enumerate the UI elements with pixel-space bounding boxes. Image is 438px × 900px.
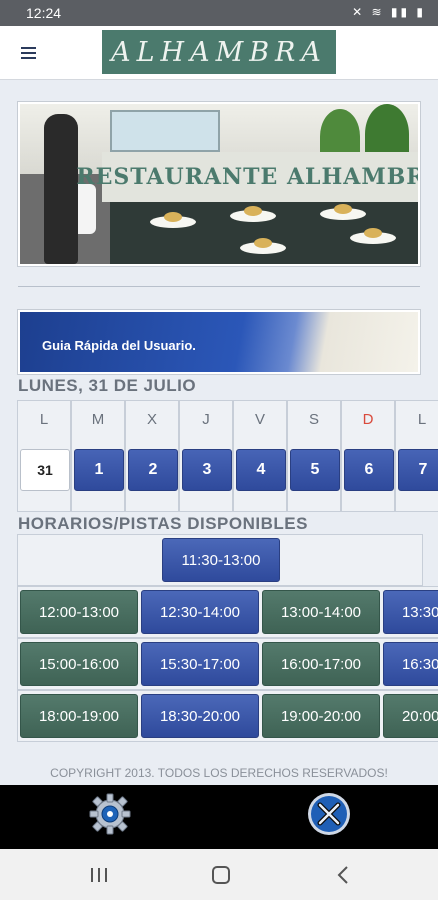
restaurant-photo: RESTAURANTE ALHAMBRA xyxy=(18,102,420,266)
recent-apps-icon xyxy=(91,868,107,882)
time-slot-button[interactable]: 13:30-15:00 xyxy=(383,590,438,634)
status-bar: 12:24 ✕ ≋ ▮▮ ▮ xyxy=(0,0,438,26)
slot-row: 18:00-19:00 18:30-20:00 19:00-20:00 20:0… xyxy=(17,690,438,742)
day-letter: X xyxy=(146,411,157,428)
menu-button[interactable] xyxy=(8,36,48,70)
day-column: L 31 xyxy=(17,400,71,512)
home-button[interactable] xyxy=(206,863,236,887)
close-button[interactable] xyxy=(306,791,352,837)
hamburger-icon xyxy=(20,47,36,49)
day-button[interactable]: 1 xyxy=(74,449,124,491)
slot-row: 15:00-16:00 15:30-17:00 16:00-17:00 16:3… xyxy=(17,638,438,690)
time-slot-button[interactable]: 18:00-19:00 xyxy=(20,694,138,738)
day-column: V 4 xyxy=(233,400,287,512)
day-button[interactable]: 3 xyxy=(182,449,232,491)
status-time: 12:24 xyxy=(26,5,62,21)
day-column: S 5 xyxy=(287,400,341,512)
selected-date-heading: LUNES, 31 DE JULIO xyxy=(18,376,197,395)
time-slot-button[interactable]: 13:00-14:00 xyxy=(262,590,380,634)
day-column: M 1 xyxy=(71,400,125,512)
user-guide-banner[interactable]: Guia Rápida del Usuario. xyxy=(18,310,420,374)
gear-icon xyxy=(89,793,131,835)
schedule-heading: HORARIOS/PISTAS DISPONIBLES xyxy=(18,514,308,533)
time-slot-button[interactable]: 16:00-17:00 xyxy=(262,642,380,686)
day-letter: L xyxy=(39,411,49,428)
time-slot-button[interactable]: 11:30-13:00 xyxy=(162,538,280,582)
time-slot-button[interactable]: 12:30-14:00 xyxy=(141,590,259,634)
time-slot-button[interactable]: 15:00-16:00 xyxy=(20,642,138,686)
main-content: RESTAURANTE ALHAMBRA Guia Rápida del Usu… xyxy=(0,80,438,785)
back-button[interactable] xyxy=(328,863,358,887)
recent-apps-button[interactable] xyxy=(84,863,114,887)
bottom-toolbar xyxy=(0,785,438,849)
day-button[interactable]: 5 xyxy=(290,449,340,491)
status-icons: ✕ ≋ ▮▮ ▮ xyxy=(352,5,426,19)
day-letter: L xyxy=(417,411,427,428)
app-header: ALHAMBRA xyxy=(0,26,438,80)
day-letter: V xyxy=(254,411,265,428)
day-button-selected[interactable]: 31 xyxy=(20,449,70,491)
day-column: J 3 xyxy=(179,400,233,512)
day-letter: J xyxy=(202,411,210,428)
slot-row: 12:00-13:00 12:30-14:00 13:00-14:00 13:3… xyxy=(17,586,438,638)
divider xyxy=(18,286,420,287)
day-button[interactable]: 4 xyxy=(236,449,286,491)
day-letter: M xyxy=(91,411,105,428)
time-slot-button[interactable]: 16:30-18:00 xyxy=(383,642,438,686)
restaurant-sign: RESTAURANTE ALHAMBRA xyxy=(76,152,418,202)
home-icon xyxy=(212,866,230,884)
day-column: X 2 xyxy=(125,400,179,512)
time-slot-button[interactable]: 12:00-13:00 xyxy=(20,590,138,634)
day-column: D 6 xyxy=(341,400,395,512)
day-button[interactable]: 2 xyxy=(128,449,178,491)
day-button[interactable]: 6 xyxy=(344,449,394,491)
copyright-text: COPYRIGHT 2013. TODOS LOS DERECHOS RESER… xyxy=(50,766,388,780)
slot-row: 11:30-13:00 xyxy=(17,534,423,586)
time-slot-button[interactable]: 19:00-20:00 xyxy=(262,694,380,738)
back-icon xyxy=(337,866,348,884)
day-column: L 7 xyxy=(395,400,438,512)
day-button[interactable]: 7 xyxy=(398,449,438,491)
time-slot-button[interactable]: 20:00-21:00 xyxy=(383,694,438,738)
close-icon xyxy=(308,793,350,835)
day-letter-sunday: D xyxy=(362,411,374,428)
logo[interactable]: ALHAMBRA xyxy=(102,30,336,74)
time-slots: 11:30-13:00 12:00-13:00 12:30-14:00 13:0… xyxy=(17,534,438,744)
day-letter: S xyxy=(308,411,319,428)
time-slot-button[interactable]: 18:30-20:00 xyxy=(141,694,259,738)
system-nav-bar xyxy=(0,849,438,900)
time-slot-button[interactable]: 15:30-17:00 xyxy=(141,642,259,686)
settings-button[interactable] xyxy=(88,792,132,836)
user-guide-label: Guia Rápida del Usuario. xyxy=(42,338,196,353)
